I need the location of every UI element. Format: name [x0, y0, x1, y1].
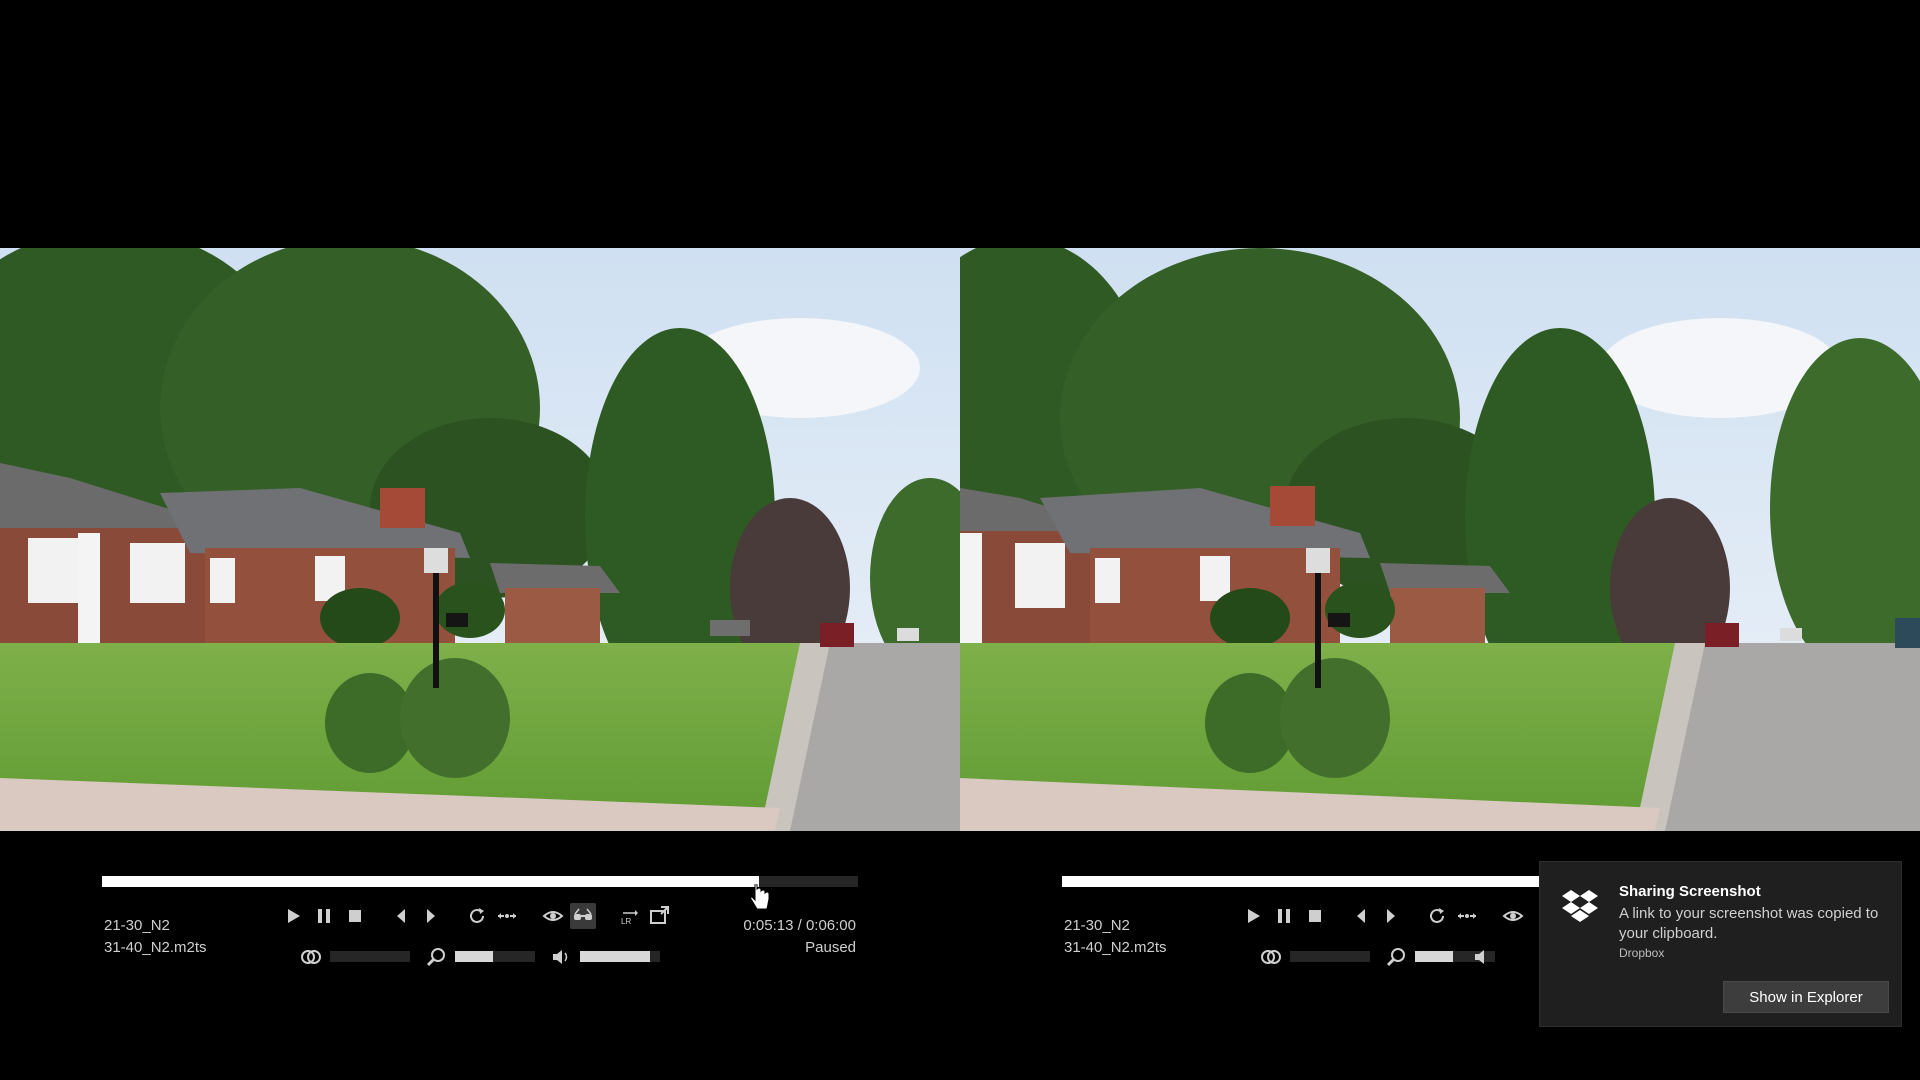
zoom-icon: [1386, 948, 1405, 967]
next-button[interactable]: [1378, 903, 1404, 929]
fullscreen-button[interactable]: [646, 903, 672, 929]
previous-button[interactable]: [388, 903, 414, 929]
play-icon: [1248, 909, 1260, 923]
video-scene-left: [0, 248, 960, 831]
notification-source: Dropbox: [1619, 946, 1665, 960]
loop-icon: [470, 908, 484, 923]
swap-button[interactable]: [494, 903, 520, 929]
swap-icon: [498, 913, 516, 919]
file-name-line-2: 31-40_N2.m2ts: [104, 939, 207, 956]
stop-button[interactable]: [342, 903, 368, 929]
pause-button[interactable]: [1271, 903, 1297, 929]
volume-slider[interactable]: [580, 951, 660, 962]
previous-icon: [1357, 909, 1365, 923]
previous-button[interactable]: [1348, 903, 1374, 929]
next-icon: [1387, 909, 1395, 923]
loop-button[interactable]: [1424, 903, 1450, 929]
notification-message: A link to your screenshot was copied to …: [1619, 905, 1879, 942]
loop-button[interactable]: [464, 903, 490, 929]
stop-icon: [1309, 910, 1321, 922]
pause-button[interactable]: [311, 903, 337, 929]
seek-bar-fill: [102, 876, 759, 887]
loop-icon: [1430, 908, 1444, 923]
video-frame-right[interactable]: [960, 248, 1920, 831]
screen: 21-30_N2 31-40_N2.m2ts LR 0:05:13 / 0:06…: [0, 0, 1920, 1080]
pause-icon: [318, 909, 330, 923]
stop-icon: [349, 910, 361, 922]
stop-button[interactable]: [1302, 903, 1328, 929]
svg-text:LR: LR: [621, 917, 631, 926]
eye-icon: [542, 911, 564, 921]
parallax-icon: [1261, 950, 1281, 964]
volume-button[interactable]: [548, 944, 574, 970]
notification-title: Sharing Screenshot: [1619, 883, 1761, 900]
hand-cursor-icon: [750, 884, 770, 910]
swap-button[interactable]: [1454, 903, 1480, 929]
swap-lr-button[interactable]: LR: [616, 903, 642, 929]
zoom-button[interactable]: [1383, 944, 1409, 970]
file-name-line-1: 21-30_N2: [104, 917, 170, 934]
parallax-icon: [301, 950, 321, 964]
zoom-button[interactable]: [423, 944, 449, 970]
volume-button[interactable]: [1470, 944, 1496, 970]
parallax-button[interactable]: [1258, 944, 1284, 970]
show-in-explorer-button[interactable]: Show in Explorer: [1723, 981, 1889, 1013]
parallax-slider[interactable]: [330, 951, 410, 962]
swap-lr-icon: LR: [621, 910, 638, 926]
pause-icon: [1278, 909, 1290, 923]
zoom-slider-fill: [1415, 951, 1454, 962]
play-icon: [288, 909, 300, 923]
file-name-line-1: 21-30_N2: [1064, 917, 1130, 934]
next-icon: [427, 909, 435, 923]
volume-icon: [1475, 950, 1484, 964]
play-button[interactable]: [1240, 903, 1266, 929]
player-controls-left: 21-30_N2 31-40_N2.m2ts LR 0:05:13 / 0:06…: [0, 860, 960, 1000]
time-display: 0:05:13 / 0:06:00: [743, 917, 856, 934]
volume-slider-fill: [580, 951, 651, 962]
zoom-icon: [426, 948, 445, 967]
play-button[interactable]: [280, 903, 306, 929]
dropbox-icon: [1562, 890, 1598, 922]
seek-bar[interactable]: [102, 876, 858, 887]
parallax-button[interactable]: [298, 944, 324, 970]
zoom-slider-fill: [455, 951, 494, 962]
parallax-slider[interactable]: [1290, 951, 1370, 962]
view-mode-button[interactable]: [540, 903, 566, 929]
fullscreen-icon: [650, 906, 669, 924]
stereo-glasses-icon: [574, 908, 592, 920]
swap-icon: [1458, 913, 1476, 919]
file-name-line-2: 31-40_N2.m2ts: [1064, 939, 1167, 956]
eye-icon: [1502, 911, 1524, 921]
zoom-slider[interactable]: [455, 951, 535, 962]
volume-icon: [553, 950, 568, 964]
video-scene-right: [960, 248, 1920, 831]
stereo-mode-button[interactable]: [570, 903, 596, 929]
next-button[interactable]: [418, 903, 444, 929]
playback-status: Paused: [805, 939, 856, 956]
dropbox-notification[interactable]: Sharing Screenshot A link to your screen…: [1539, 861, 1902, 1027]
previous-icon: [397, 909, 405, 923]
video-frame-left[interactable]: [0, 248, 960, 831]
view-mode-button[interactable]: [1500, 903, 1526, 929]
